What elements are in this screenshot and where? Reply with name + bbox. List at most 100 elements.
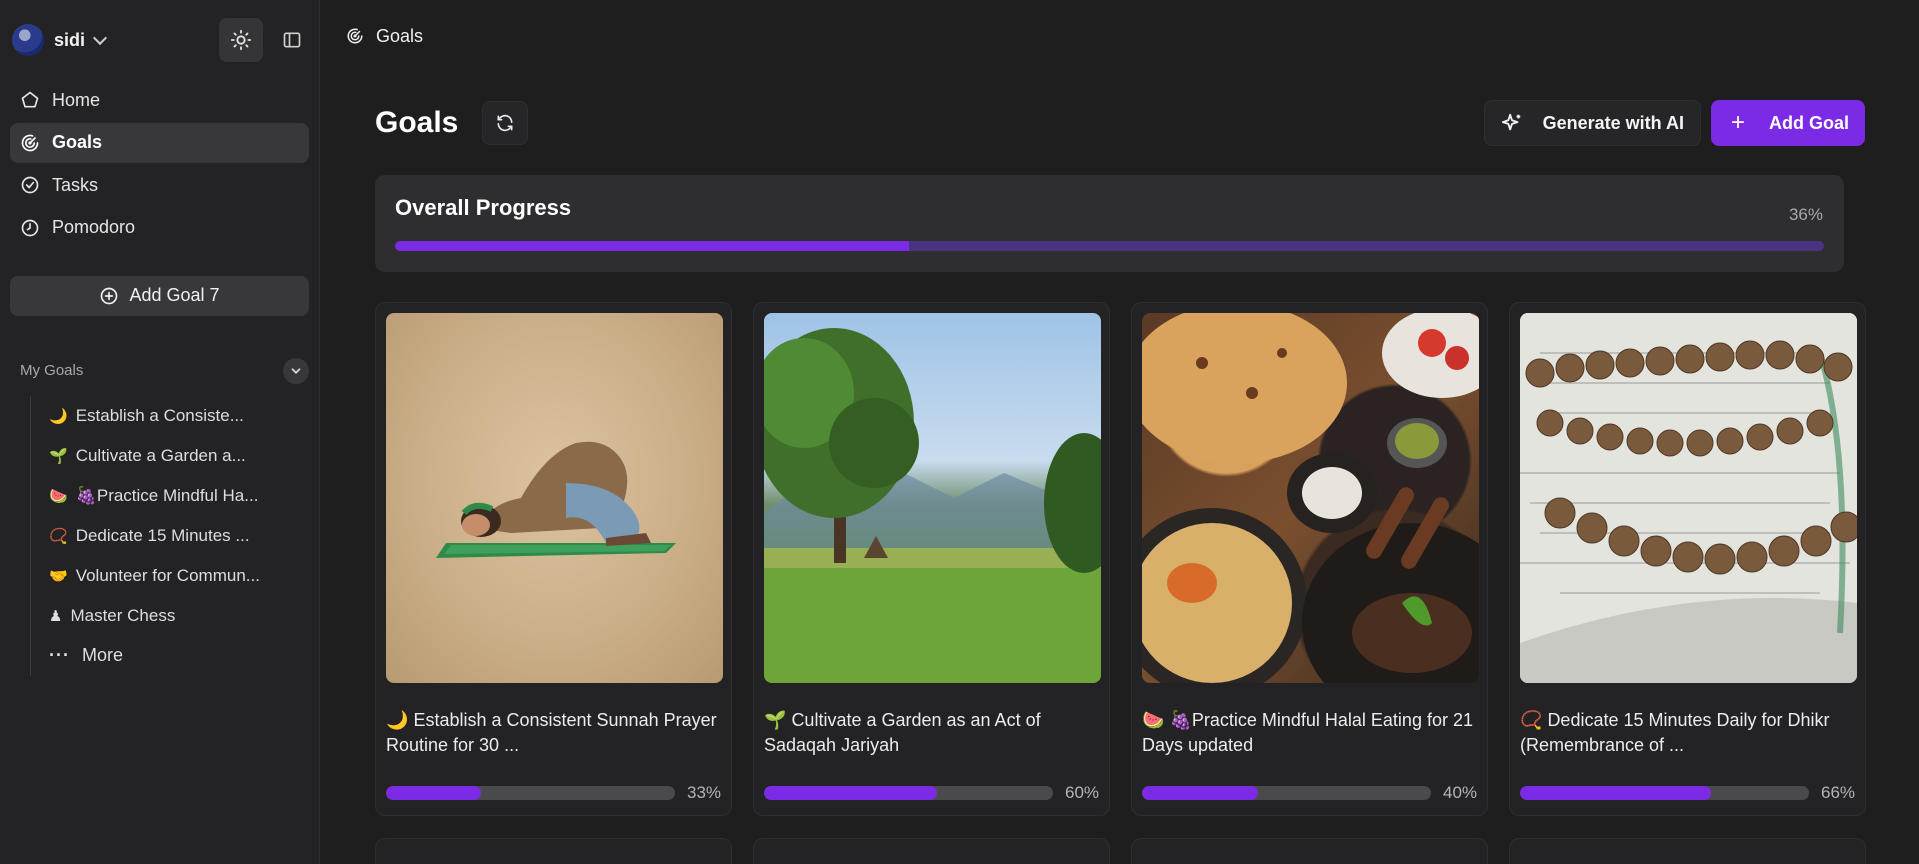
goal-emoji: 🌙 (49, 407, 68, 425)
refresh-icon (497, 114, 513, 132)
goal-cards: 🌙 Establish a Consistent Sunnah Prayer R… (375, 302, 1866, 816)
goal-emoji: 🌱 (49, 447, 68, 465)
goal-progress-percent: 40% (1443, 783, 1478, 802)
goal-card-title: 🍉 🍇Practice Mindful Halal Eating for 21 … (1142, 708, 1477, 758)
garden-illustration (764, 328, 1101, 683)
goal-progress-row: 40% (1142, 783, 1477, 803)
nav-item-goals[interactable]: Goals (10, 122, 309, 163)
sidebar: sidi Home Goals Tasks Pomodoro Add Goal … (0, 0, 320, 864)
goal-card[interactable] (375, 838, 732, 864)
sidebar-goal-item[interactable]: ♟ Master Chess (49, 596, 309, 636)
goal-label: Establish a Consiste... (75, 405, 244, 425)
add-goal-button[interactable]: + Add Goal (1710, 100, 1865, 146)
generate-with-ai-button[interactable]: Generate with AI (1483, 100, 1701, 146)
collapse-goals-button[interactable] (283, 357, 309, 384)
goal-card-title-text: Dedicate 15 Minutes Daily for Dhikr (Rem… (1520, 710, 1830, 755)
goal-card-emoji: 📿 (1520, 710, 1543, 730)
goal-card[interactable]: 🍉 🍇Practice Mindful Halal Eating for 21 … (1131, 302, 1488, 816)
add-goal-button-label: Add Goal (1769, 112, 1849, 133)
goal-progress-percent: 33% (687, 783, 722, 802)
sidebar-goal-item[interactable]: 🍉 🍇Practice Mindful Ha... (49, 476, 309, 516)
breadcrumb: Goals (320, 0, 1919, 72)
goals-icon (21, 134, 39, 151)
plus-circle-icon (101, 287, 118, 304)
food-illustration (1142, 313, 1479, 683)
goal-cards-next-row (375, 838, 1866, 864)
goal-card[interactable] (753, 838, 1110, 864)
goal-emoji: 📿 (49, 527, 68, 545)
prayer-beads-illustration (1520, 313, 1857, 683)
overall-progress-title: Overall Progress (395, 195, 572, 220)
goal-progress-bar (1520, 786, 1809, 800)
page-header: Goals Generate with AI + Add Goal (375, 100, 1865, 146)
sidebar-panel-icon (283, 32, 301, 48)
check-circle-icon (21, 176, 39, 194)
nav-item-home[interactable]: Home (10, 80, 309, 120)
sidebar-goal-item[interactable]: 🌱 Cultivate a Garden a... (49, 436, 309, 476)
goal-progress-bar (764, 786, 1053, 800)
sun-icon (230, 29, 252, 51)
more-goals-button[interactable]: ··· More (49, 636, 309, 676)
goal-label: 🍇Practice Mindful Ha... (75, 485, 259, 505)
goal-card[interactable]: 🌱 Cultivate a Garden as an Act of Sadaqa… (753, 302, 1110, 816)
goal-progress-row: 66% (1520, 783, 1855, 803)
nav-item-label: Goals (52, 132, 103, 152)
refresh-button[interactable] (482, 101, 529, 145)
overall-progress-card: Overall Progress 36% (375, 175, 1844, 272)
goal-card[interactable]: 📿 Dedicate 15 Minutes Daily for Dhikr (R… (1509, 302, 1866, 816)
goal-card-title-text: Establish a Consistent Sunnah Prayer Rou… (386, 710, 717, 755)
ai-button-label: Generate with AI (1542, 112, 1684, 133)
goal-label: Master Chess (70, 605, 176, 625)
goal-image-quran (1520, 313, 1857, 683)
my-goals-list: 🌙 Establish a Consiste... 🌱 Cultivate a Ga… (30, 395, 309, 676)
goal-card[interactable]: 🌙 Establish a Consistent Sunnah Prayer R… (375, 302, 732, 816)
goal-card[interactable] (1509, 838, 1866, 864)
goal-card[interactable] (1131, 838, 1488, 864)
clock-icon (21, 219, 39, 236)
goal-progress-fill (1520, 786, 1711, 800)
main-content: Goals Goals Generate with AI + Add Goal … (320, 0, 1919, 864)
prayer-illustration (436, 441, 676, 558)
overall-progress-percent: 36% (1788, 205, 1823, 224)
overall-progress-fill (395, 241, 910, 251)
goal-card-title-text: 🍇Practice Mindful Halal Eating for 21 Da… (1142, 710, 1473, 755)
sidebar-goal-item[interactable]: 📿 Dedicate 15 Minutes ... (49, 516, 309, 556)
sidebar-add-goal-button[interactable]: Add Goal 7 (10, 275, 309, 316)
sidebar-goal-item[interactable]: 🌙 Establish a Consiste... (49, 396, 309, 436)
goal-progress-bar (386, 786, 675, 800)
overall-progress-bar (395, 241, 1824, 251)
nav-item-label: Pomodoro (52, 217, 136, 237)
nav-item-label: Home (52, 89, 101, 110)
toggle-sidebar-button[interactable] (272, 18, 312, 62)
nav-item-label: Tasks (52, 174, 99, 195)
chevron-down-icon (291, 367, 301, 374)
theme-toggle-button[interactable] (219, 18, 263, 62)
goal-card-title-text: Cultivate a Garden as an Act of Sadaqah … (764, 710, 1041, 755)
goal-progress-fill (1142, 786, 1258, 800)
goal-card-emoji: 🌱 (764, 710, 787, 730)
goal-card-title: 🌱 Cultivate a Garden as an Act of Sadaqa… (764, 708, 1099, 758)
nav-item-tasks[interactable]: Tasks (10, 165, 309, 205)
plus-icon: + (1730, 109, 1745, 136)
user-menu[interactable]: sidi (10, 0, 309, 80)
goal-card-emoji: 🌙 (386, 710, 409, 730)
avatar (12, 24, 44, 56)
goal-emoji: 🍉 (49, 487, 68, 505)
goal-label: Volunteer for Commun... (75, 565, 260, 585)
page-title: Goals (375, 106, 459, 139)
my-goals-title: My Goals (20, 362, 84, 379)
goal-emoji: 🤝 (49, 567, 68, 585)
goal-progress-row: 33% (386, 783, 721, 803)
my-goals-header: My Goals (10, 357, 309, 384)
goal-progress-fill (764, 786, 938, 800)
goal-image-garden (764, 313, 1101, 683)
sparkles-icon (1501, 113, 1520, 131)
goals-icon (347, 28, 363, 44)
goal-card-title: 🌙 Establish a Consistent Sunnah Prayer R… (386, 708, 721, 758)
nav-item-pomodoro[interactable]: Pomodoro (10, 208, 309, 248)
home-icon (21, 91, 39, 108)
add-goal-label: Add Goal 7 (129, 285, 220, 305)
goal-image-food (1142, 313, 1479, 683)
goal-progress-row: 60% (764, 783, 1099, 803)
sidebar-goal-item[interactable]: 🤝 Volunteer for Commun... (49, 556, 309, 596)
